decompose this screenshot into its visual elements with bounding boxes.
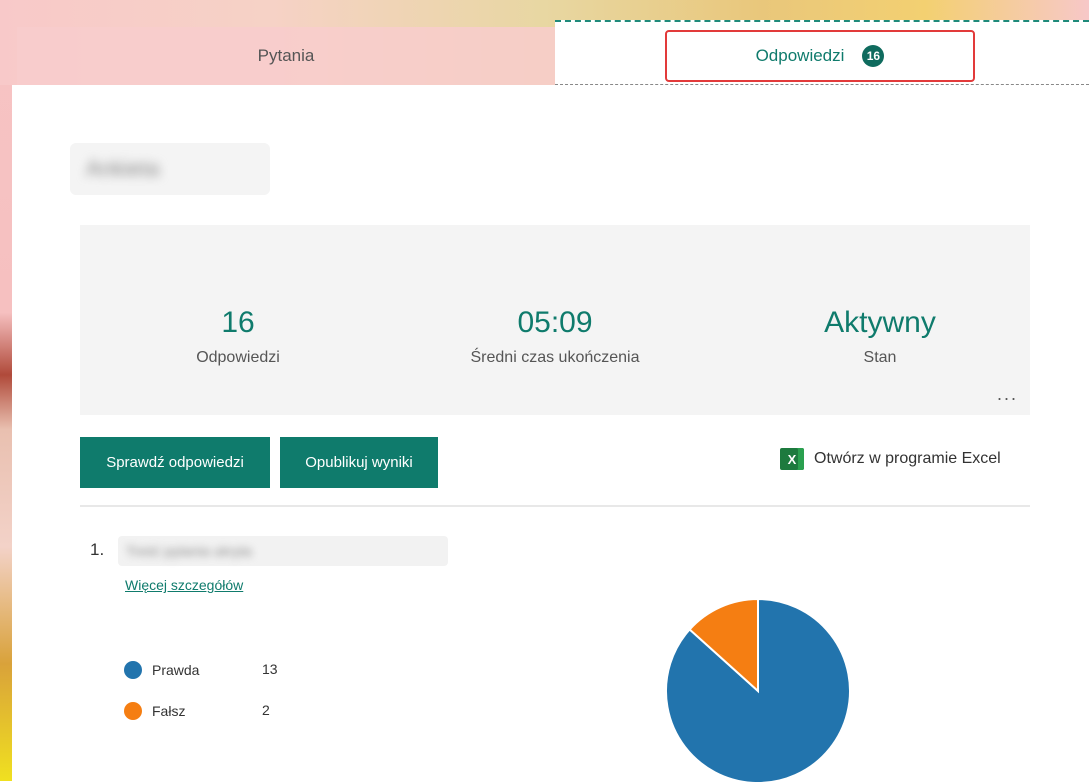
stat-avg-time-label: Średni czas ukończenia bbox=[470, 349, 640, 366]
publish-results-button[interactable]: Opublikuj wyniki bbox=[280, 437, 438, 488]
stats-panel: 16 Odpowiedzi 05:09 Średni czas ukończen… bbox=[80, 225, 1030, 415]
legend-dot-0 bbox=[124, 661, 142, 679]
form-title-text: Ankieta bbox=[86, 156, 160, 181]
legend-count-1: 2 bbox=[262, 702, 270, 718]
stat-responses-label: Odpowiedzi bbox=[196, 349, 280, 366]
question-text-blurred: Treść pytania ukryta bbox=[126, 543, 252, 559]
tab-questions-label: Pytania bbox=[257, 46, 315, 65]
stat-status-value: Aktywny bbox=[824, 306, 936, 339]
stat-avg-time-value: 05:09 bbox=[517, 306, 593, 339]
question-text: Treść pytania ukryta bbox=[118, 536, 448, 566]
question-number: 1. bbox=[90, 540, 105, 559]
legend-item-1: Fałsz bbox=[124, 702, 185, 720]
stat-status: Aktywny Stan bbox=[750, 305, 1010, 367]
tab-responses-label: Odpowiedzi bbox=[755, 46, 845, 65]
legend-item-0: Prawda bbox=[124, 661, 199, 679]
pie-chart bbox=[665, 598, 851, 784]
more-details-link[interactable]: Więcej szczegółów bbox=[125, 577, 243, 593]
open-in-excel-label: Otwórz w programie Excel bbox=[814, 450, 1001, 467]
stat-status-label: Stan bbox=[863, 349, 897, 366]
stat-responses-value: 16 bbox=[221, 306, 255, 339]
legend-label-1: Fałsz bbox=[152, 703, 186, 719]
form-title: Ankieta bbox=[70, 143, 270, 195]
section-divider bbox=[80, 505, 1030, 507]
tab-questions[interactable]: Pytania bbox=[17, 27, 556, 85]
more-options-button[interactable]: ... bbox=[997, 384, 1018, 405]
decorative-left-strip bbox=[0, 0, 12, 781]
tab-responses[interactable]: Odpowiedzi 16 bbox=[555, 20, 1089, 85]
legend-label-0: Prawda bbox=[152, 662, 200, 678]
stat-responses: 16 Odpowiedzi bbox=[108, 305, 368, 367]
excel-icon: X bbox=[780, 448, 804, 470]
legend-dot-1 bbox=[124, 702, 142, 720]
legend-count-0: 13 bbox=[262, 661, 278, 677]
tab-responses-highlight[interactable]: Odpowiedzi 16 bbox=[665, 30, 975, 82]
responses-count-badge: 16 bbox=[862, 45, 885, 67]
review-responses-button[interactable]: Sprawdź odpowiedzi bbox=[80, 437, 270, 488]
open-in-excel-link[interactable]: X Otwórz w programie Excel bbox=[780, 448, 1001, 470]
stat-avg-time: 05:09 Średni czas ukończenia bbox=[425, 305, 685, 367]
